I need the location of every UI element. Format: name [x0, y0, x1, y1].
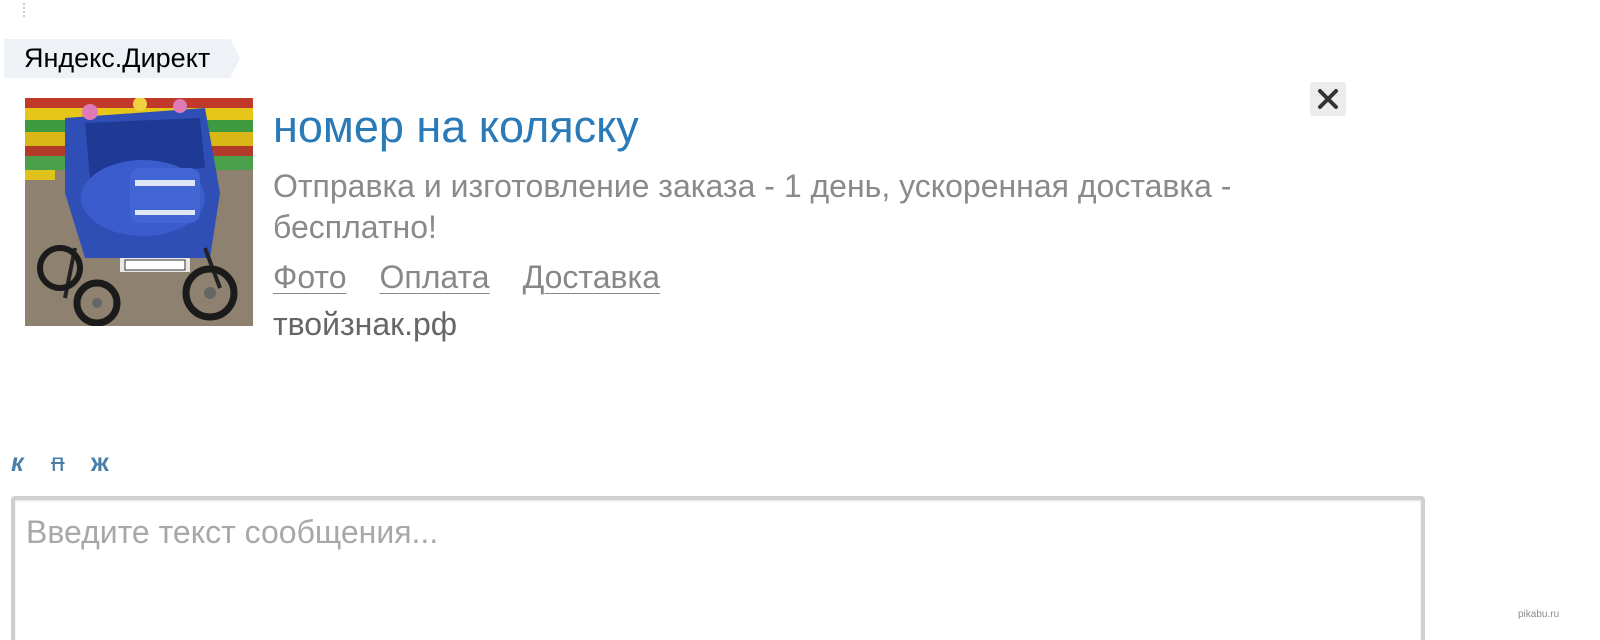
italic-button[interactable]: к	[11, 448, 51, 478]
drag-handle-icon[interactable]	[23, 2, 25, 18]
ad-title-link[interactable]: номер на коляску	[273, 100, 639, 154]
stroller-photo-icon	[25, 98, 253, 326]
ad-description: Отправка и изготовление заказа - 1 день,…	[273, 168, 1232, 245]
close-ad-button[interactable]	[1310, 82, 1346, 116]
ad-image[interactable]	[25, 98, 253, 326]
formatting-toolbar: к п ж	[11, 448, 131, 478]
bold-button[interactable]: ж	[91, 448, 131, 478]
message-input[interactable]	[15, 500, 1421, 640]
page: Яндекс.Директ номер на коляску Отправка …	[0, 0, 1600, 640]
message-box	[11, 496, 1425, 640]
close-icon	[1318, 89, 1338, 109]
ad-sitelinks: Фото Оплата Доставка	[273, 257, 660, 297]
sitelink-delivery[interactable]: Доставка	[523, 257, 660, 297]
ad-provider-badge[interactable]: Яндекс.Директ	[4, 39, 240, 78]
ad-domain[interactable]: твойзнак.рф	[273, 304, 457, 344]
strikethrough-button[interactable]: п	[51, 448, 91, 478]
sitelink-photo[interactable]: Фото	[273, 257, 347, 297]
sitelink-payment[interactable]: Оплата	[380, 257, 490, 297]
watermark: pikabu.ru	[1518, 609, 1560, 620]
